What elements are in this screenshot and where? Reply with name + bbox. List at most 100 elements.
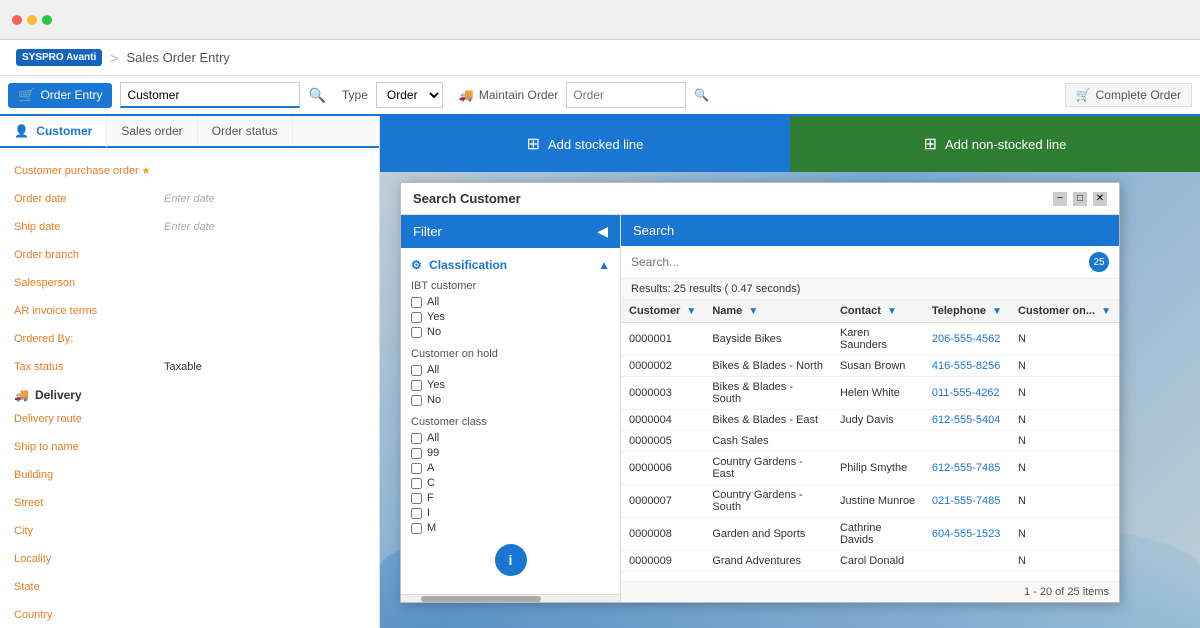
table-row[interactable]: 0000002 Bikes & Blades - North Susan Bro… bbox=[621, 356, 1119, 377]
hold-yes-checkbox[interactable] bbox=[411, 380, 422, 391]
modal-controls: − □ ✕ bbox=[1053, 192, 1107, 206]
delivery-icon: 🚚 bbox=[14, 388, 29, 402]
title-bar: SYSPRO Avanti > Sales Order Entry bbox=[0, 40, 1200, 76]
tab-customer-label: Customer bbox=[36, 124, 92, 138]
class-99-checkbox[interactable] bbox=[411, 448, 422, 459]
hold-no-checkbox[interactable] bbox=[411, 395, 422, 406]
gear-icon: ⚙ bbox=[411, 258, 422, 272]
add-non-stocked-button[interactable]: ⊞ Add non-stocked line bbox=[790, 116, 1200, 172]
col-customer[interactable]: Customer ▼ bbox=[621, 300, 704, 323]
modal-maximize-button[interactable]: □ bbox=[1073, 192, 1087, 206]
class-i-option[interactable]: I bbox=[411, 507, 610, 519]
ibt-no-option[interactable]: No bbox=[411, 326, 610, 338]
col-telephone[interactable]: Telephone ▼ bbox=[924, 300, 1010, 323]
search-field[interactable] bbox=[631, 255, 1083, 269]
value-order-date: Enter date bbox=[164, 193, 365, 205]
phone-link[interactable]: 612-555-5404 bbox=[932, 414, 1001, 426]
hold-all-option[interactable]: All bbox=[411, 364, 610, 376]
col-customer-on[interactable]: Customer on... ▼ bbox=[1010, 300, 1119, 323]
class-f-checkbox[interactable] bbox=[411, 493, 422, 504]
search-header: Search bbox=[621, 215, 1119, 246]
order-input[interactable] bbox=[566, 82, 686, 108]
table-row[interactable]: 0000008 Garden and Sports Cathrine David… bbox=[621, 518, 1119, 551]
cell-customer-on: N bbox=[1010, 452, 1119, 485]
complete-order-button[interactable]: 🛒 Complete Order bbox=[1065, 83, 1192, 107]
delivery-section-header: 🚚 Delivery bbox=[14, 388, 365, 402]
col-contact[interactable]: Contact ▼ bbox=[832, 300, 924, 323]
cell-contact: Philip Smythe bbox=[832, 452, 924, 485]
class-a-checkbox[interactable] bbox=[411, 463, 422, 474]
modal-titlebar: Search Customer − □ ✕ bbox=[401, 183, 1119, 215]
cell-name: Bikes & Blades - North bbox=[704, 356, 832, 377]
classification-label: Classification bbox=[429, 258, 507, 272]
hold-no-option[interactable]: No bbox=[411, 394, 610, 406]
class-m-checkbox[interactable] bbox=[411, 523, 422, 534]
table-row[interactable]: 0000005 Cash Sales N bbox=[621, 431, 1119, 452]
class-f-option[interactable]: F bbox=[411, 492, 610, 504]
form-row-state: State bbox=[14, 576, 365, 598]
info-button[interactable]: i bbox=[495, 544, 527, 576]
phone-link[interactable]: 416-555-8256 bbox=[932, 360, 1001, 372]
ibt-all-checkbox[interactable] bbox=[411, 297, 422, 308]
chevron-up-icon: ▲ bbox=[598, 258, 610, 272]
filter-back-button[interactable]: ◀ bbox=[597, 223, 608, 240]
table-row[interactable]: 0000001 Bayside Bikes Karen Saunders 206… bbox=[621, 323, 1119, 356]
pagination-bar: 1 - 20 of 25 items bbox=[621, 581, 1119, 602]
label-ship-to-name: Ship to name bbox=[14, 441, 164, 453]
form-row-ship-to-name: Ship to name bbox=[14, 436, 365, 458]
form-row-street: Street bbox=[14, 492, 365, 514]
tab-sales-order[interactable]: Sales order bbox=[107, 116, 197, 146]
table-row[interactable]: 0000007 Country Gardens - South Justine … bbox=[621, 485, 1119, 518]
hold-all-checkbox[interactable] bbox=[411, 365, 422, 376]
cell-telephone: 612-555-7485 bbox=[924, 452, 1010, 485]
col-name[interactable]: Name ▼ bbox=[704, 300, 832, 323]
table-row[interactable]: 0000004 Bikes & Blades - East Judy Davis… bbox=[621, 410, 1119, 431]
ibt-yes-option[interactable]: Yes bbox=[411, 311, 610, 323]
toolbar: 🛒 Order Entry 🔍 Type Order Quote 🚚 Maint… bbox=[0, 76, 1200, 116]
customer-search-button[interactable]: 🔍 bbox=[308, 87, 325, 104]
tab-customer[interactable]: 👤 Customer bbox=[0, 116, 107, 148]
customer-input[interactable] bbox=[120, 82, 300, 108]
class-m-option[interactable]: M bbox=[411, 522, 610, 534]
ibt-no-checkbox[interactable] bbox=[411, 327, 422, 338]
label-street: Street bbox=[14, 497, 164, 509]
table-row[interactable]: 0000009 Grand Adventures Carol Donald N bbox=[621, 551, 1119, 572]
cell-contact: Justine Munroe bbox=[832, 485, 924, 518]
maintain-label: Maintain Order bbox=[479, 88, 558, 102]
cell-telephone: 612-555-5404 bbox=[924, 410, 1010, 431]
table-row[interactable]: 0000006 Country Gardens - East Philip Sm… bbox=[621, 452, 1119, 485]
class-99-option[interactable]: 99 bbox=[411, 447, 610, 459]
cell-telephone: 604-555-1523 bbox=[924, 518, 1010, 551]
cell-customer-on: N bbox=[1010, 551, 1119, 572]
class-all-checkbox[interactable] bbox=[411, 433, 422, 444]
add-stocked-button[interactable]: ⊞ Add stocked line bbox=[380, 116, 790, 172]
table-row[interactable]: 0000003 Bikes & Blades - South Helen Whi… bbox=[621, 377, 1119, 410]
phone-link[interactable]: 021-555-7485 bbox=[932, 495, 1001, 507]
classification-toggle[interactable]: ⚙ Classification ▲ bbox=[411, 258, 610, 272]
cell-contact: Karen Saunders bbox=[832, 323, 924, 356]
label-tax-status: Tax status bbox=[14, 361, 164, 373]
ibt-all-option[interactable]: All bbox=[411, 296, 610, 308]
modal-close-button[interactable]: ✕ bbox=[1093, 192, 1107, 206]
class-i-checkbox[interactable] bbox=[411, 508, 422, 519]
phone-link[interactable]: 206-555-4562 bbox=[932, 333, 1001, 345]
cell-telephone: 011-555-4262 bbox=[924, 377, 1010, 410]
phone-link[interactable]: 011-555-4262 bbox=[932, 387, 1000, 399]
browser-chrome bbox=[0, 0, 1200, 40]
hold-yes-option[interactable]: Yes bbox=[411, 379, 610, 391]
class-all-option[interactable]: All bbox=[411, 432, 610, 444]
phone-link[interactable]: 612-555-7485 bbox=[932, 462, 1001, 474]
cell-name: Grand Adventures bbox=[704, 551, 832, 572]
class-a-option[interactable]: A bbox=[411, 462, 610, 474]
customer-tab-icon: 👤 bbox=[14, 124, 29, 138]
modal-minimize-button[interactable]: − bbox=[1053, 192, 1067, 206]
phone-link[interactable]: 604-555-1523 bbox=[932, 528, 1001, 540]
type-select[interactable]: Order Quote bbox=[376, 82, 443, 108]
tab-order-status[interactable]: Order status bbox=[198, 116, 293, 146]
page-title: Sales Order Entry bbox=[126, 50, 229, 65]
cell-name: Garden and Sports bbox=[704, 518, 832, 551]
class-c-option[interactable]: C bbox=[411, 477, 610, 489]
class-c-checkbox[interactable] bbox=[411, 478, 422, 489]
ibt-yes-checkbox[interactable] bbox=[411, 312, 422, 323]
order-entry-tab[interactable]: 🛒 Order Entry bbox=[8, 83, 112, 108]
